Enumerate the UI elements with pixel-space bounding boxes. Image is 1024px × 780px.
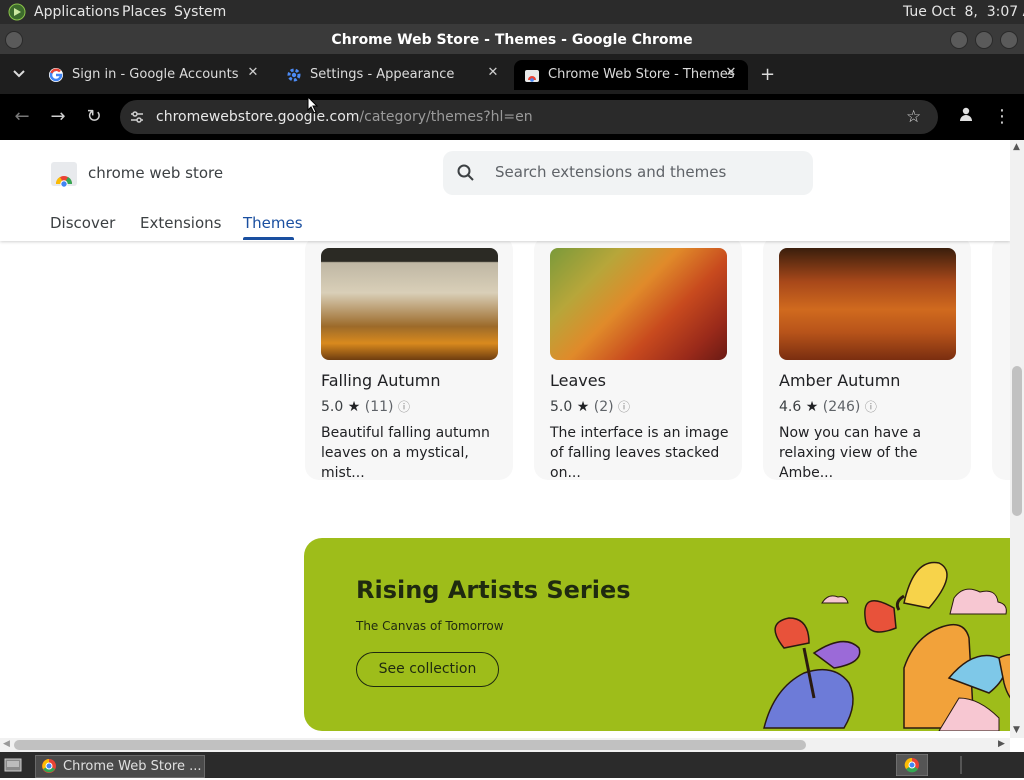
tab-label: Chrome Web Store - Themes (548, 67, 735, 82)
theme-card-falling-autumn[interactable]: Falling Autumn 5.0 ★ (11) ⓘ Beautiful fa… (305, 236, 513, 481)
system-panel: Applications Places System Tue Oct 8, 3:… (0, 0, 1024, 24)
url-path: /category/themes?hl=en (359, 109, 533, 125)
url-host: chromewebstore.google.com (156, 109, 360, 125)
gear-icon (286, 67, 302, 83)
show-desktop-icon[interactable] (4, 757, 22, 777)
reload-icon[interactable]: ↻ (83, 106, 105, 128)
info-icon[interactable]: ⓘ (618, 400, 630, 414)
mouse-cursor-icon (307, 96, 319, 114)
tab-chrome-web-store[interactable]: Chrome Web Store - Themes ✕ (514, 60, 748, 90)
minimize-button[interactable] (950, 31, 968, 49)
scroll-left-arrow-icon[interactable]: ◀ (3, 739, 10, 749)
url-text[interactable]: chromewebstore.google.com/category/theme… (156, 109, 533, 125)
tab-label: Sign in - Google Accounts (72, 67, 239, 82)
theme-thumbnail (779, 248, 956, 360)
address-bar[interactable]: chromewebstore.google.com/category/theme… (120, 100, 938, 134)
window-title: Chrome Web Store - Themes - Google Chrom… (331, 32, 693, 48)
scroll-up-arrow-icon[interactable]: ▲ (1013, 142, 1020, 152)
theme-rating: 5.0 ★ (2) ⓘ (550, 398, 630, 415)
site-info-icon[interactable] (129, 109, 145, 129)
close-tab-icon[interactable]: ✕ (244, 65, 262, 83)
rating-count: (2) (593, 399, 614, 415)
chrome-web-store-icon (524, 67, 540, 83)
info-icon[interactable]: ⓘ (398, 400, 410, 414)
tab-search-chevron-icon[interactable] (12, 66, 26, 84)
star-icon: ★ (576, 399, 590, 415)
info-icon[interactable]: ⓘ (865, 400, 877, 414)
theme-name: Falling Autumn (321, 371, 441, 390)
theme-card-leaves[interactable]: Leaves 5.0 ★ (2) ⓘ The interface is an i… (534, 236, 742, 481)
back-icon[interactable]: ← (11, 106, 33, 128)
forward-icon[interactable]: → (47, 106, 69, 128)
banner-title: Rising Artists Series (356, 576, 631, 604)
theme-card-amber-autumn[interactable]: Amber Autumn 4.6 ★ (246) ⓘ Now you can h… (763, 236, 971, 481)
theme-rating: 5.0 ★ (11) ⓘ (321, 398, 410, 415)
clock[interactable]: Tue Oct 8, 3:07 AM (903, 4, 1024, 20)
close-tab-icon[interactable]: ✕ (722, 65, 740, 83)
profile-icon[interactable] (955, 106, 977, 128)
google-icon (48, 67, 64, 83)
horizontal-scroll-thumb[interactable] (14, 740, 806, 750)
rising-artists-banner[interactable]: Rising Artists Series The Canvas of Tomo… (304, 538, 1010, 731)
theme-rating: 4.6 ★ (246) ⓘ (779, 398, 877, 415)
menu-kebab-icon[interactable]: ⋮ (991, 106, 1013, 128)
star-icon: ★ (805, 399, 819, 415)
vertical-scroll-thumb[interactable] (1012, 366, 1022, 516)
butterfly-artwork (763, 561, 1010, 731)
bookmark-star-icon[interactable]: ☆ (906, 107, 921, 127)
close-window-button[interactable] (1000, 31, 1018, 49)
theme-name: Leaves (550, 371, 606, 390)
store-brand[interactable]: chrome web store (88, 164, 223, 182)
rating-count: (246) (822, 399, 861, 415)
star-icon: ★ (347, 399, 361, 415)
rating-value: 5.0 (321, 399, 344, 415)
tab-label: Settings - Appearance (310, 67, 455, 82)
nav-tab-themes[interactable]: Themes (243, 214, 303, 232)
theme-thumbnail (321, 248, 498, 360)
close-tab-icon[interactable]: ✕ (484, 65, 502, 83)
banner-subtitle: The Canvas of Tomorrow (356, 619, 504, 633)
rating-value: 5.0 (550, 399, 573, 415)
chrome-web-store-logo-icon[interactable] (50, 159, 78, 191)
search-icon (457, 164, 475, 186)
store-search-input[interactable]: Search extensions and themes (443, 151, 813, 195)
theme-thumbnail (550, 248, 727, 360)
active-tab-indicator (243, 237, 294, 240)
rating-value: 4.6 (779, 399, 802, 415)
places-menu[interactable]: Places (122, 4, 167, 20)
maximize-button[interactable] (975, 31, 993, 49)
web-page: Falling Autumn 5.0 ★ (11) ⓘ Beautiful fa… (0, 140, 1010, 738)
theme-card-partial[interactable] (992, 236, 1010, 480)
taskbar-window-label: Chrome Web Store ... (63, 759, 202, 774)
tab-sign-in[interactable]: Sign in - Google Accounts ✕ (38, 60, 270, 90)
scroll-down-arrow-icon[interactable]: ▼ (1013, 725, 1020, 735)
see-collection-button[interactable]: See collection (356, 652, 499, 687)
tray-separator (960, 756, 962, 774)
theme-description: Beautiful falling autumn leaves on a mys… (321, 425, 490, 481)
nav-tab-discover[interactable]: Discover (50, 214, 115, 232)
window-titlebar[interactable]: Chrome Web Store - Themes - Google Chrom… (0, 24, 1024, 54)
theme-description: Now you can have a relaxing view of the … (779, 425, 922, 481)
chrome-tray-icon[interactable] (895, 753, 929, 780)
chrome-icon (41, 758, 57, 778)
new-tab-icon[interactable]: + (760, 64, 775, 85)
search-placeholder: Search extensions and themes (495, 163, 727, 181)
system-menu[interactable]: System (174, 4, 226, 20)
taskbar-window-button[interactable]: Chrome Web Store ... (35, 755, 205, 778)
theme-name: Amber Autumn (779, 371, 901, 390)
store-header: chrome web store Search extensions and t… (0, 140, 1010, 241)
rating-count: (11) (364, 399, 394, 415)
distro-logo-icon[interactable] (8, 3, 26, 25)
tab-settings[interactable]: Settings - Appearance ✕ (276, 60, 510, 90)
tab-strip: Sign in - Google Accounts ✕ Settings - A… (0, 54, 1024, 94)
theme-description: The interface is an image of falling lea… (550, 425, 729, 481)
scroll-right-arrow-icon[interactable]: ▶ (998, 739, 1005, 749)
applications-menu[interactable]: Applications (34, 4, 120, 20)
nav-tab-extensions[interactable]: Extensions (140, 214, 221, 232)
